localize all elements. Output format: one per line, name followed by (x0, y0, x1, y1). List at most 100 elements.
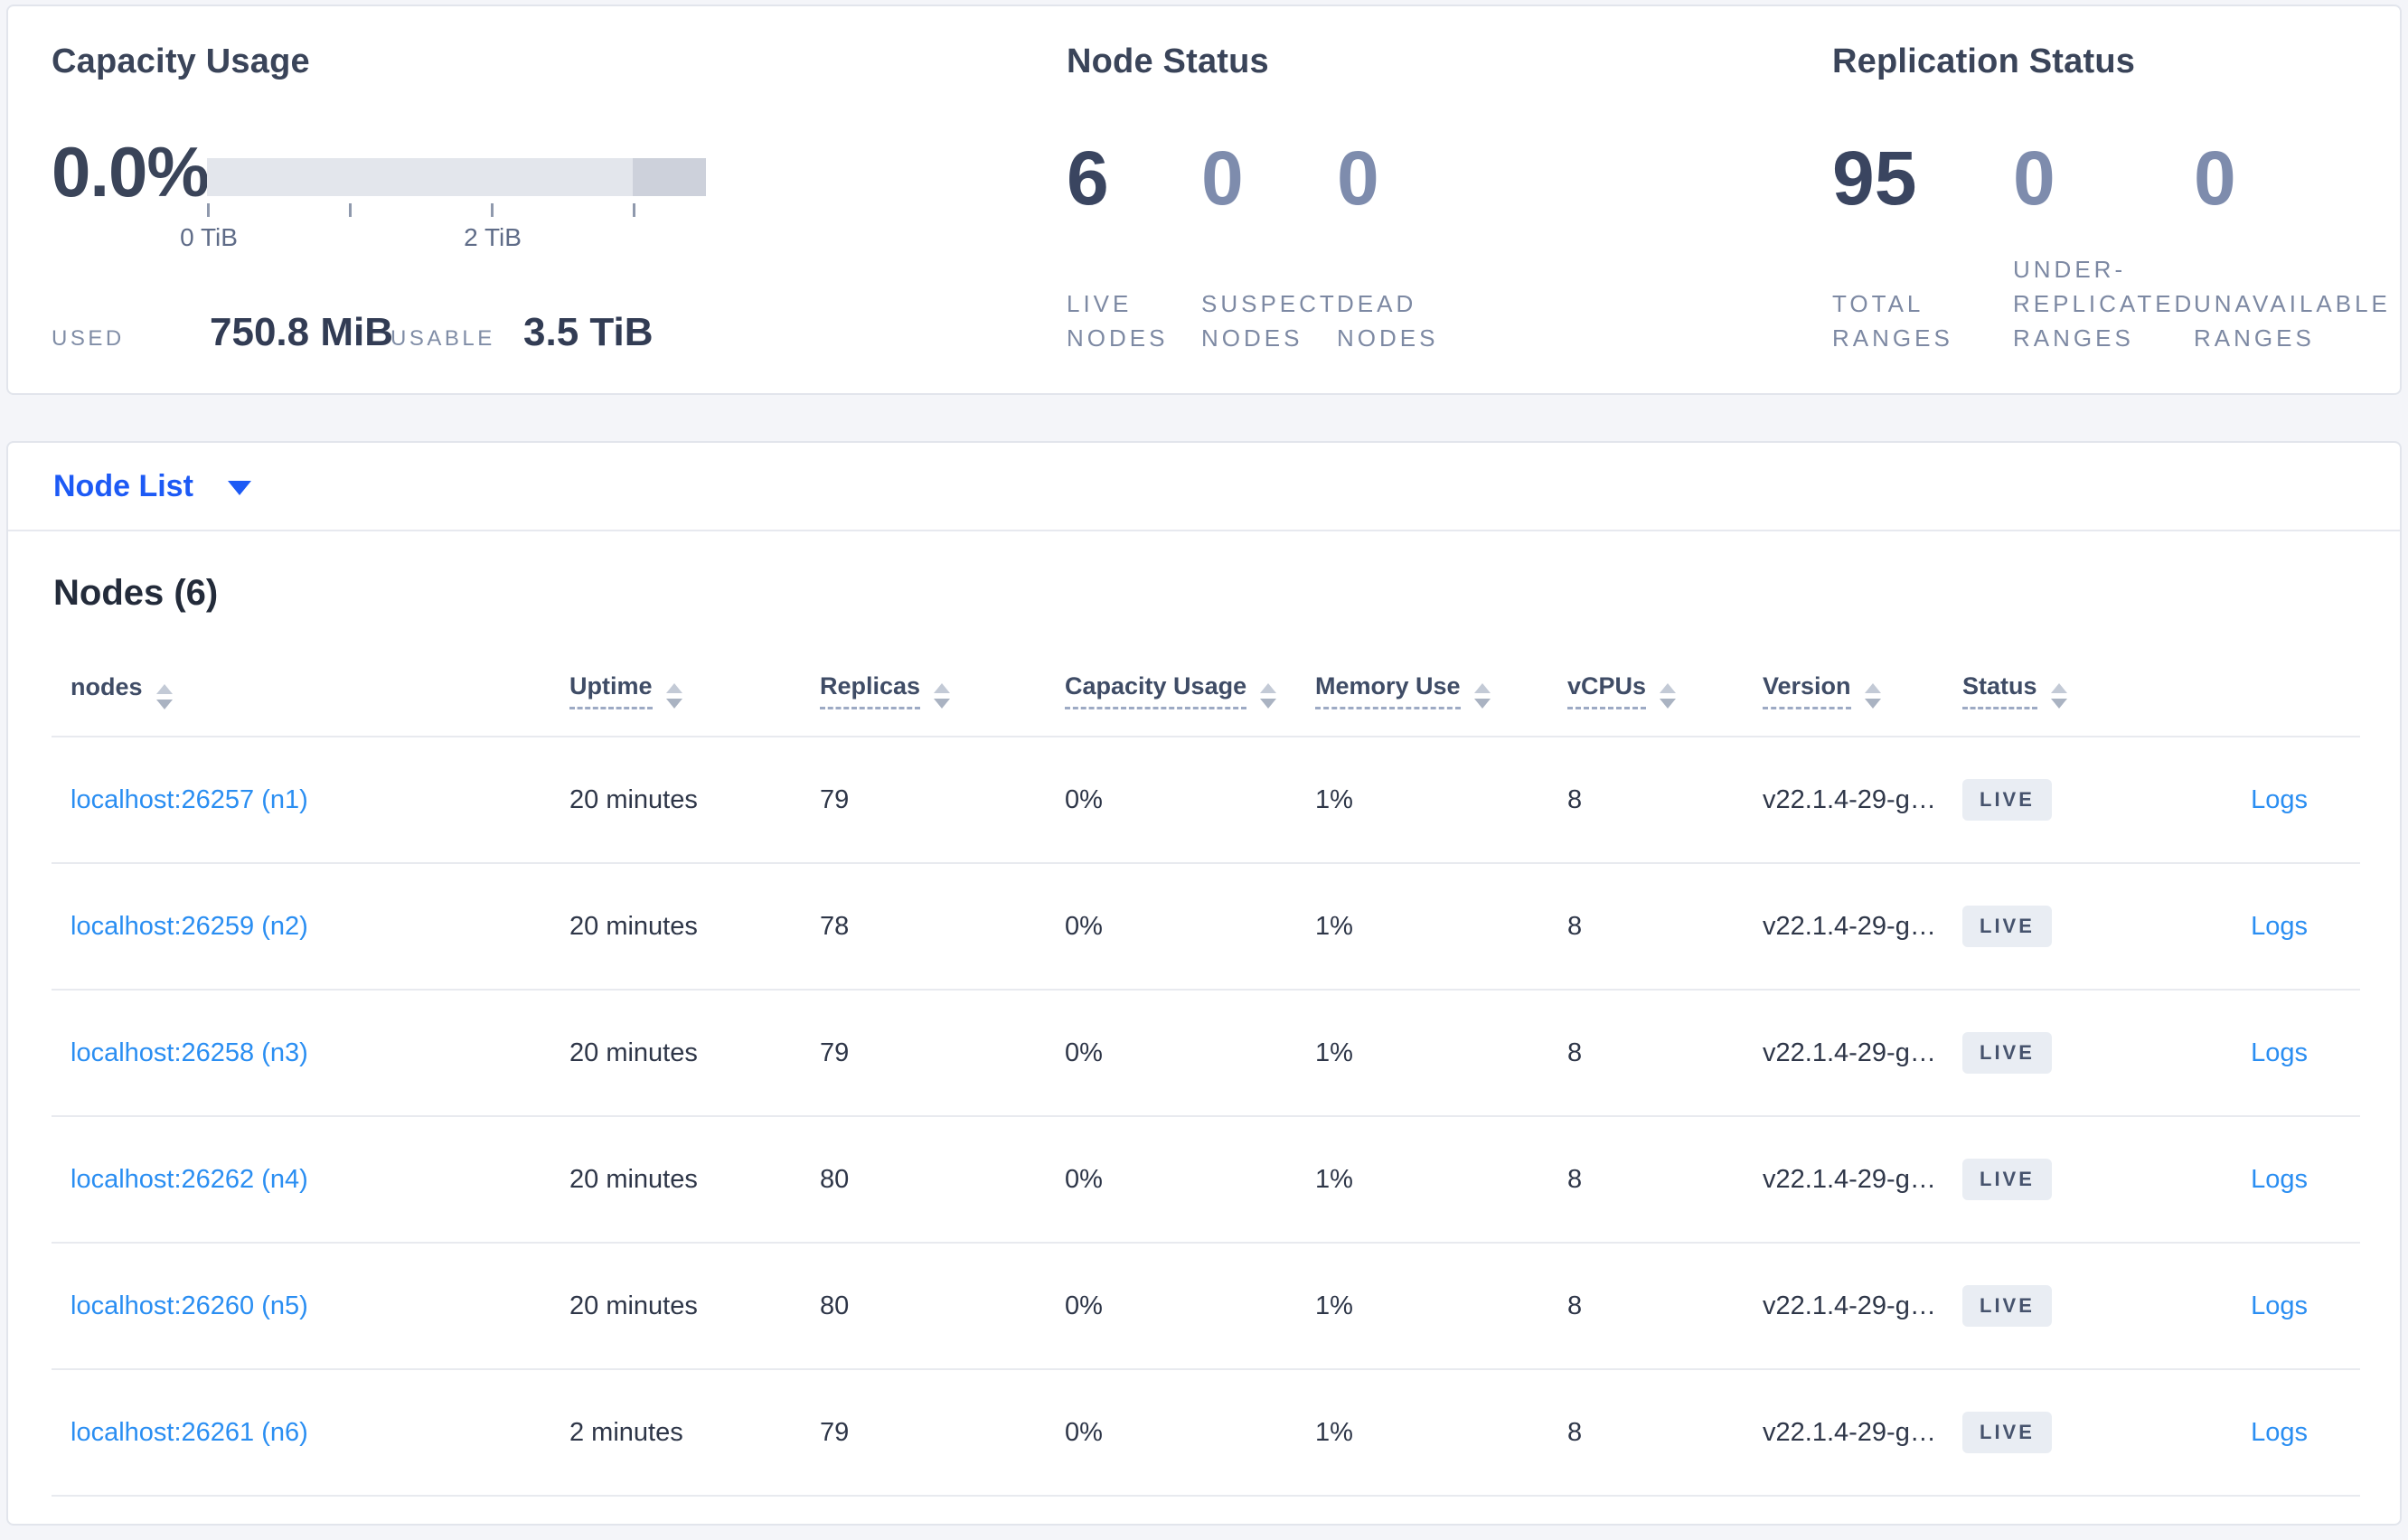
status-badge: LIVE (1962, 1032, 2052, 1074)
cell-replicas: 79 (820, 1369, 1065, 1497)
suspect-nodes-label: SUSPECT NODES (1201, 290, 1338, 352)
capacity-used-percent: 0.0% (52, 132, 210, 211)
sort-icon[interactable] (155, 683, 173, 709)
cell-replicas: 79 (820, 990, 1065, 1117)
cell-logs: Logs (2169, 1116, 2360, 1244)
node-link[interactable]: localhost:26259 (n2) (71, 912, 308, 941)
cell-node: localhost:26260 (n5) (52, 1243, 569, 1370)
cell-capacity: 0% (1065, 990, 1315, 1117)
dead-nodes-count: 0 (1337, 136, 1379, 221)
node-list-card: Node List Nodes (6) nodes Uptime Replicas C… (6, 441, 2402, 1526)
under-replicated-label: UNDER- REPLICATED RANGES (2013, 256, 2196, 352)
status-badge: LIVE (1962, 1412, 2052, 1453)
cell-status: LIVE (1962, 990, 2169, 1117)
node-list-dropdown-label: Node List (53, 468, 193, 503)
column-header-nodes[interactable]: nodes (52, 646, 569, 737)
cell-capacity: 0% (1065, 1243, 1315, 1370)
sort-desc-icon (1660, 699, 1677, 709)
under-replicated-count: 0 (2013, 136, 2055, 221)
total-ranges-label: TOTAL RANGES (1832, 290, 1953, 352)
table-row: localhost:26259 (n2) 20 minutes 78 0% 1% 8 v22… (52, 863, 2360, 991)
nodes-table: nodes Uptime Replicas Capacity Usage Memory … (52, 646, 2360, 1497)
column-header-Memory Use[interactable]: Memory Use (1315, 646, 1567, 737)
cell-version: v22.1.4-29-g… (1763, 737, 1962, 864)
sort-icon[interactable] (665, 683, 682, 709)
live-nodes-count: 6 (1067, 136, 1109, 221)
column-header-Version[interactable]: Version (1763, 646, 1962, 737)
column-header-label: Uptime (569, 672, 653, 709)
node-link[interactable]: localhost:26258 (n3) (71, 1038, 308, 1067)
cell-node: localhost:26262 (n4) (52, 1116, 569, 1244)
cell-node: localhost:26259 (n2) (52, 863, 569, 991)
unavailable-ranges-count: 0 (2194, 136, 2236, 221)
live-nodes-label: LIVE NODES (1067, 290, 1169, 352)
node-list-bar: Node List (8, 443, 2400, 531)
cluster-summary-card: Capacity Usage 0.0% 0 TiB 2 TiB USED 750… (6, 5, 2402, 395)
logs-link[interactable]: Logs (2251, 912, 2308, 941)
cell-vcpus: 8 (1567, 863, 1763, 991)
cell-capacity: 0% (1065, 737, 1315, 864)
chevron-down-icon (227, 481, 251, 495)
sort-icon[interactable] (1260, 683, 1277, 709)
node-status-section: Node Status 6 LIVE NODES 0 SUSPECT NODES… (1067, 6, 1699, 393)
column-header-Status[interactable]: Status (1962, 646, 2169, 737)
sort-desc-icon (934, 699, 951, 709)
cell-logs: Logs (2169, 1369, 2360, 1497)
usable-value: 3.5 TiB (523, 310, 654, 354)
cell-capacity: 0% (1065, 1369, 1315, 1497)
cell-uptime: 20 minutes (569, 1243, 820, 1370)
node-link[interactable]: localhost:26257 (n1) (71, 785, 308, 814)
sort-desc-icon (1473, 699, 1491, 709)
capacity-usage-bar (207, 158, 706, 196)
used-label: USED (52, 326, 125, 351)
sort-desc-icon (1260, 699, 1277, 709)
cell-uptime: 2 minutes (569, 1369, 820, 1497)
sort-icon[interactable] (2050, 683, 2067, 709)
logs-link[interactable]: Logs (2251, 1165, 2308, 1194)
axis-tick (633, 203, 635, 217)
cell-capacity: 0% (1065, 863, 1315, 991)
cell-logs: Logs (2169, 990, 2360, 1117)
column-header-Capacity Usage[interactable]: Capacity Usage (1065, 646, 1315, 737)
cell-replicas: 78 (820, 863, 1065, 991)
column-header-label: Capacity Usage (1065, 672, 1247, 709)
status-badge: LIVE (1962, 1159, 2052, 1200)
table-row: localhost:26261 (n6) 2 minutes 79 0% 1% 8 v22.… (52, 1369, 2360, 1497)
sort-asc-icon (665, 683, 682, 693)
suspect-nodes-count: 0 (1201, 136, 1244, 221)
node-status-title: Node Status (1067, 42, 1269, 80)
axis-tick (349, 203, 352, 217)
status-badge: LIVE (1962, 1285, 2052, 1327)
column-header-label: Memory Use (1315, 672, 1461, 709)
nodes-heading: Nodes (6) (53, 573, 219, 613)
cell-status: LIVE (1962, 1369, 2169, 1497)
usable-label: USABLE (390, 326, 495, 351)
replication-status-section: Replication Status 95 TOTAL RANGES 0 UND… (1832, 6, 2387, 393)
cell-node: localhost:26257 (n1) (52, 737, 569, 864)
sort-icon[interactable] (1473, 683, 1491, 709)
sort-icon[interactable] (1660, 683, 1677, 709)
cell-memory: 1% (1315, 1243, 1567, 1370)
cell-version: v22.1.4-29-g… (1763, 863, 1962, 991)
node-link[interactable]: localhost:26260 (n5) (71, 1291, 308, 1320)
column-header-Uptime[interactable]: Uptime (569, 646, 820, 737)
logs-link[interactable]: Logs (2251, 1038, 2308, 1067)
cell-memory: 1% (1315, 737, 1567, 864)
sort-icon[interactable] (1864, 683, 1881, 709)
sort-desc-icon (665, 699, 682, 709)
cell-logs: Logs (2169, 1243, 2360, 1370)
sort-asc-icon (934, 683, 951, 693)
logs-link[interactable]: Logs (2251, 785, 2308, 814)
logs-link[interactable]: Logs (2251, 1291, 2308, 1320)
node-link[interactable]: localhost:26261 (n6) (71, 1418, 308, 1447)
column-header-Replicas[interactable]: Replicas (820, 646, 1065, 737)
node-list-dropdown[interactable]: Node List (53, 469, 251, 504)
column-header-label: nodes (71, 672, 143, 700)
column-header-vCPUs[interactable]: vCPUs (1567, 646, 1763, 737)
node-link[interactable]: localhost:26262 (n4) (71, 1165, 308, 1194)
logs-link[interactable]: Logs (2251, 1418, 2308, 1447)
cell-vcpus: 8 (1567, 1369, 1763, 1497)
sort-icon[interactable] (934, 683, 951, 709)
cell-status: LIVE (1962, 863, 2169, 991)
total-ranges-count: 95 (1832, 136, 1917, 221)
